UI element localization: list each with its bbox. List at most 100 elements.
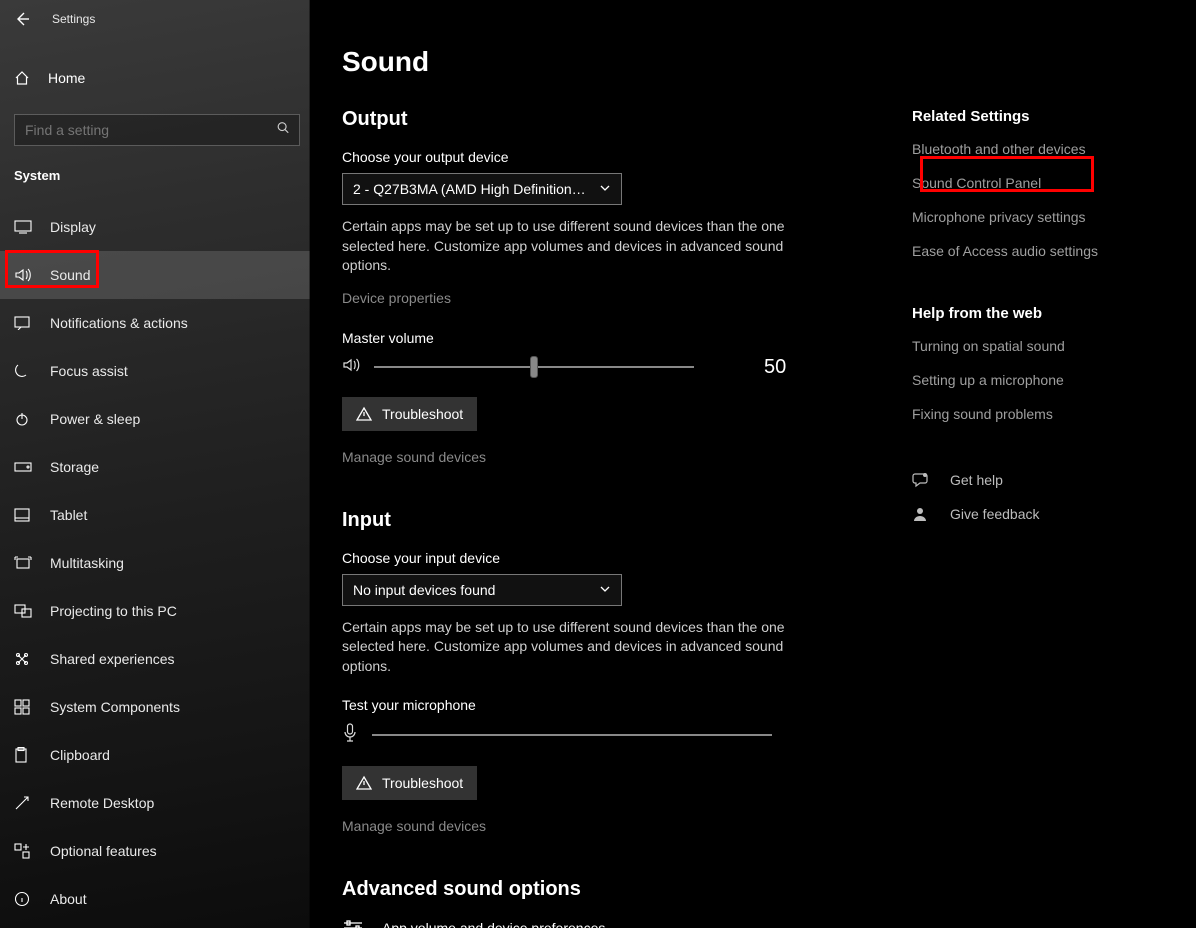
input-device-value: No input devices found [353,582,495,598]
storage-icon [14,462,34,472]
tablet-icon [14,508,34,522]
sidebar-item-sound[interactable]: Sound [0,251,310,299]
sidebar-item-multitasking[interactable]: Multitasking [0,539,310,587]
button-label: Troubleshoot [382,406,463,422]
output-device-properties-link[interactable]: Device properties [342,290,872,306]
optional-features-icon [14,843,34,859]
back-icon[interactable] [14,11,30,27]
microphone-level-row [342,723,872,748]
home-icon [14,70,32,86]
titlebar-left: Settings [0,0,310,38]
sound-icon [14,267,34,283]
sidebar-item-shared-experiences[interactable]: Shared experiences [0,635,310,683]
output-description: Certain apps may be set up to use differ… [342,217,802,276]
sidebar-nav: Display Sound Notifications & actions Fo… [0,203,310,923]
sidebar-item-label: Optional features [50,843,157,859]
get-help-label: Get help [950,472,1003,488]
feedback-icon [912,506,930,522]
input-description: Certain apps may be set up to use differ… [342,618,802,677]
button-label: Troubleshoot [382,775,463,791]
main-column: Output Choose your output device 2 - Q27… [342,108,872,928]
sidebar-item-display[interactable]: Display [0,203,310,251]
advanced-heading: Advanced sound options [342,878,872,901]
search-input[interactable] [14,114,300,146]
sidebar-item-notifications[interactable]: Notifications & actions [0,299,310,347]
master-volume-row: 50 [342,356,872,379]
sidebar-item-label: Shared experiences [50,651,175,667]
multitasking-icon [14,556,34,570]
remote-desktop-icon [14,795,34,811]
app-volume-row[interactable]: App volume and device preferences [342,919,872,928]
sliders-icon [342,919,364,928]
sidebar-item-tablet[interactable]: Tablet [0,491,310,539]
slider-thumb[interactable] [530,356,538,378]
help-link-microphone-setup[interactable]: Setting up a microphone [912,372,1176,388]
sidebar-item-label: System Components [50,699,180,715]
output-troubleshoot-button[interactable]: Troubleshoot [342,397,477,431]
input-device-dropdown[interactable]: No input devices found [342,574,622,606]
help-icon [912,472,930,488]
output-heading: Output [342,108,872,131]
sidebar-item-label: Focus assist [50,363,128,379]
output-device-value: 2 - Q27B3MA (AMD High Definition… [353,181,586,197]
sidebar: Settings Home System Display [0,0,310,928]
sidebar-item-clipboard[interactable]: Clipboard [0,731,310,779]
speaker-icon[interactable] [342,357,360,378]
sidebar-item-storage[interactable]: Storage [0,443,310,491]
output-choose-label: Choose your output device [342,149,872,165]
sidebar-item-label: About [50,891,87,907]
related-link-sound-control-panel[interactable]: Sound Control Panel [912,175,1176,191]
sidebar-item-remote-desktop[interactable]: Remote Desktop [0,779,310,827]
sidebar-item-label: Multitasking [50,555,124,571]
master-volume-slider[interactable] [374,366,694,368]
input-heading: Input [342,509,872,532]
page-title: Sound [342,46,1196,78]
output-device-dropdown[interactable]: 2 - Q27B3MA (AMD High Definition… [342,173,622,205]
app-volume-label: App volume and device preferences [382,920,605,928]
sidebar-item-label: Sound [50,267,90,283]
microphone-level-meter [372,734,772,736]
help-heading: Help from the web [912,305,1176,322]
sidebar-item-label: Power & sleep [50,411,140,427]
sidebar-item-optional-features[interactable]: Optional features [0,827,310,875]
sidebar-item-label: Storage [50,459,99,475]
focus-assist-icon [14,363,34,379]
chevron-down-icon [599,181,611,197]
get-help-row[interactable]: Get help [912,472,1176,488]
display-icon [14,220,34,234]
sidebar-item-about[interactable]: About [0,875,310,923]
sidebar-category-label: System [14,168,310,183]
sidebar-item-focus-assist[interactable]: Focus assist [0,347,310,395]
sidebar-item-label: Clipboard [50,747,110,763]
input-manage-link[interactable]: Manage sound devices [342,818,872,834]
chevron-down-icon [599,582,611,598]
give-feedback-label: Give feedback [950,506,1040,522]
help-link-fixing-sound[interactable]: Fixing sound problems [912,406,1176,422]
related-settings-heading: Related Settings [912,108,1176,125]
input-troubleshoot-button[interactable]: Troubleshoot [342,766,477,800]
search-icon [276,121,290,140]
right-column: Related Settings Bluetooth and other dev… [912,108,1196,928]
sidebar-item-system-components[interactable]: System Components [0,683,310,731]
related-link-bluetooth[interactable]: Bluetooth and other devices [912,141,1176,157]
sidebar-item-power-sleep[interactable]: Power & sleep [0,395,310,443]
sidebar-item-label: Remote Desktop [50,795,154,811]
sidebar-item-projecting[interactable]: Projecting to this PC [0,587,310,635]
shared-experiences-icon [14,651,34,667]
master-volume-value: 50 [764,356,786,379]
sidebar-item-label: Display [50,219,96,235]
sidebar-item-label: Tablet [50,507,87,523]
input-choose-label: Choose your input device [342,550,872,566]
related-link-microphone-privacy[interactable]: Microphone privacy settings [912,209,1176,225]
give-feedback-row[interactable]: Give feedback [912,506,1176,522]
projecting-icon [14,604,34,618]
help-link-spatial-sound[interactable]: Turning on spatial sound [912,338,1176,354]
output-manage-link[interactable]: Manage sound devices [342,449,872,465]
clipboard-icon [14,747,34,763]
power-icon [14,411,34,427]
master-volume-label: Master volume [342,330,872,346]
system-components-icon [14,699,34,715]
related-link-ease-of-access[interactable]: Ease of Access audio settings [912,243,1176,259]
microphone-icon [342,723,358,748]
sidebar-item-home[interactable]: Home [0,56,310,100]
